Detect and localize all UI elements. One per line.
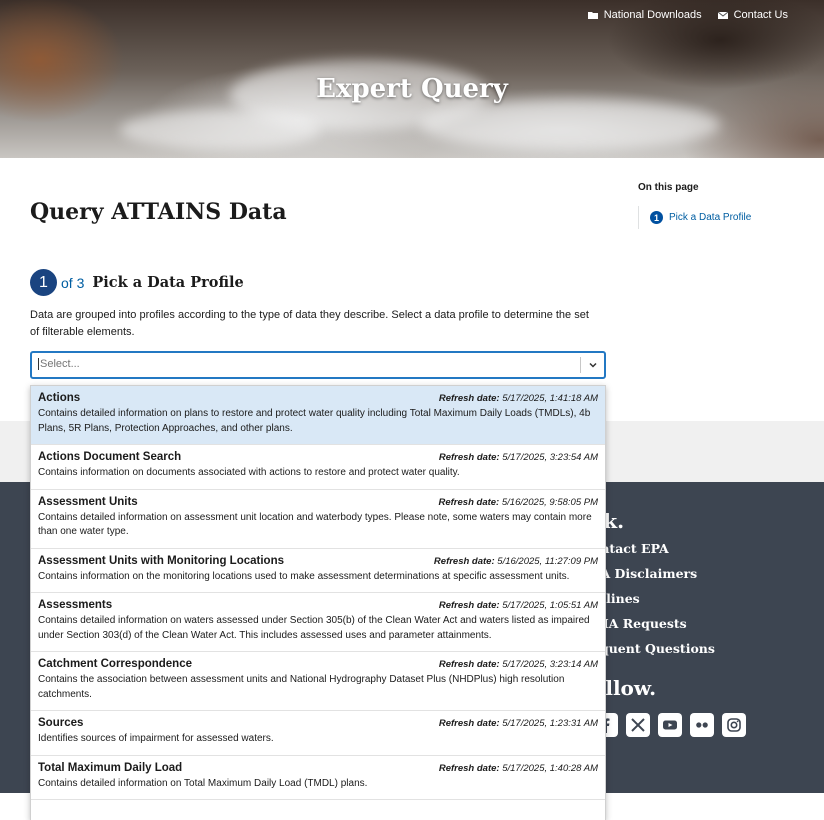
refresh-label: Refresh date:: [438, 718, 500, 729]
option-sources[interactable]: Sources Refresh date: 5/17/2025, 1:23:31…: [31, 711, 605, 756]
option-description: Contains the association between assessm…: [38, 674, 565, 700]
select-separator: [580, 357, 581, 373]
refresh-date: 5/17/2025, 1:23:31 AM: [502, 718, 598, 729]
site-title: Expert Query: [316, 74, 508, 104]
refresh-label: Refresh date:: [438, 393, 500, 404]
on-this-page-item-pick-profile[interactable]: 1 Pick a Data Profile: [650, 211, 808, 224]
option-refresh: Refresh date: 5/17/2025, 3:23:54 AM: [439, 452, 598, 463]
step-title: Pick a Data Profile: [92, 274, 244, 291]
option-label: Actions Document Search: [38, 451, 182, 463]
footer-link-contact-epa[interactable]: ontact EPA: [592, 541, 715, 566]
refresh-date: 5/16/2025, 9:58:05 PM: [501, 496, 598, 508]
step-of-total: of 3: [61, 274, 85, 291]
option-assessments[interactable]: Assessments Refresh date: 5/17/2025, 1:0…: [31, 593, 605, 652]
footer-link-hotlines[interactable]: otlines: [592, 591, 715, 616]
data-profile-select[interactable]: Select...: [30, 351, 606, 379]
on-this-page-list: 1 Pick a Data Profile: [638, 206, 808, 229]
refresh-date: 5/17/2025, 3:23:54 AM: [502, 452, 598, 463]
envelope-icon: [717, 11, 728, 19]
footer-links: ontact EPA PA Disclaimers otlines DIA Re…: [592, 541, 715, 666]
header-links: National Downloads Contact Us: [587, 9, 788, 21]
footer-link-frequent-questions[interactable]: equent Questions: [592, 641, 715, 666]
option-refresh: Refresh date: 5/16/2025, 11:27:09 PM: [434, 556, 598, 567]
hero-water-streak: [420, 100, 720, 150]
option-refresh: Refresh date: 5/17/2025, 1:41:18 AM: [439, 393, 598, 404]
national-downloads-label: National Downloads: [603, 9, 702, 21]
option-assessment-units[interactable]: Assessment Units Refresh date: 5/16/2025…: [31, 489, 605, 549]
option-label: Sources: [38, 717, 84, 729]
option-refresh: Refresh date: 5/17/2025, 3:23:14 AM: [439, 659, 598, 670]
x-icon[interactable]: [626, 713, 650, 737]
step-indicator: 1 of 3 Pick a Data Profile: [30, 269, 244, 296]
page-title: Query ATTAINS Data: [30, 199, 287, 225]
refresh-date: 5/17/2025, 1:05:51 AM: [502, 600, 598, 611]
option-refresh: Refresh date: 5/16/2025, 9:58:05 PM: [439, 497, 599, 508]
option-label: Total Maximum Daily Load: [38, 761, 183, 774]
data-profile-dropdown-menu: Actions Refresh date: 5/17/2025, 1:41:18…: [30, 385, 606, 820]
option-label: Assessment Units with Monitoring Locatio…: [38, 554, 284, 567]
option-total-maximum-daily-load[interactable]: Total Maximum Daily Load Refresh date: 5…: [31, 755, 605, 800]
option-label: Actions: [38, 392, 81, 404]
flickr-icon[interactable]: [690, 713, 714, 737]
option-label: Assessments: [38, 599, 113, 611]
hero-water-streak: [120, 110, 320, 150]
option-refresh: Refresh date: 5/17/2025, 1:05:51 AM: [439, 600, 598, 611]
option-description: Contains detailed information on Total M…: [38, 777, 368, 789]
refresh-label: Refresh date:: [438, 659, 500, 670]
contact-us-link[interactable]: Contact Us: [717, 9, 788, 21]
social-links: [594, 713, 746, 737]
refresh-label: Refresh date:: [438, 762, 500, 774]
footer-link-foia-requests[interactable]: DIA Requests: [592, 616, 715, 641]
option-assessment-units-monitoring-locations[interactable]: Assessment Units with Monitoring Locatio…: [31, 548, 605, 593]
refresh-date: 5/16/2025, 11:27:09 PM: [497, 555, 598, 567]
option-description: Contains information on the monitoring l…: [38, 570, 570, 582]
option-label: Catchment Correspondence: [38, 658, 193, 670]
youtube-icon[interactable]: [658, 713, 682, 737]
instagram-icon[interactable]: [722, 713, 746, 737]
refresh-label: Refresh date:: [438, 452, 500, 463]
option-description: Contains detailed information on waters …: [38, 615, 590, 641]
on-this-page-item-label: Pick a Data Profile: [669, 212, 752, 223]
option-actions-document-search[interactable]: Actions Document Search Refresh date: 5/…: [31, 445, 605, 490]
folder-icon: [587, 12, 598, 19]
on-this-page-item-number: 1: [650, 211, 663, 224]
national-downloads-link[interactable]: National Downloads: [587, 9, 702, 21]
option-refresh: Refresh date: 5/17/2025, 1:40:28 AM: [439, 763, 598, 774]
option-description: Contains detailed information on assessm…: [38, 511, 592, 538]
footer-link-epa-disclaimers[interactable]: PA Disclaimers: [592, 566, 715, 591]
option-catchment-correspondence[interactable]: Catchment Correspondence Refresh date: 5…: [31, 652, 605, 711]
option-refresh: Refresh date: 5/17/2025, 1:23:31 AM: [439, 718, 598, 729]
option-label: Assessment Units: [38, 495, 138, 508]
refresh-label: Refresh date:: [438, 600, 500, 611]
chevron-down-icon[interactable]: [588, 360, 598, 370]
hero-banner: National Downloads Contact Us Expert Que…: [0, 0, 824, 158]
profile-description: Data are grouped into profiles according…: [30, 309, 589, 338]
refresh-date: 5/17/2025, 1:41:18 AM: [502, 393, 598, 404]
option-description: Identifies sources of impairment for ass…: [38, 733, 274, 744]
contact-us-label: Contact Us: [733, 9, 788, 21]
option-actions[interactable]: Actions Refresh date: 5/17/2025, 1:41:18…: [31, 386, 605, 445]
step-number: 1: [30, 269, 57, 296]
select-placeholder: Select...: [38, 358, 80, 370]
refresh-label: Refresh date:: [438, 496, 500, 508]
on-this-page-nav: On this page 1 Pick a Data Profile: [638, 182, 808, 229]
on-this-page-heading: On this page: [638, 182, 699, 193]
refresh-date: 5/17/2025, 1:40:28 AM: [502, 762, 598, 774]
option-description: Contains detailed information on plans t…: [38, 408, 591, 434]
refresh-date: 5/17/2025, 3:23:14 AM: [502, 659, 598, 670]
refresh-label: Refresh date:: [433, 555, 495, 567]
option-description: Contains information on documents associ…: [38, 467, 460, 478]
